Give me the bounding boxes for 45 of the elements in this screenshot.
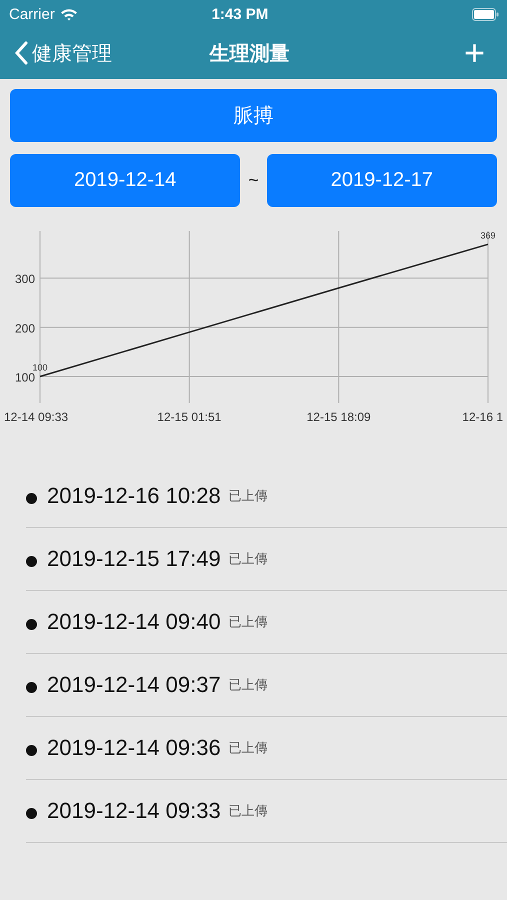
upload-status: 已上傳	[228, 676, 268, 694]
record-time: 2019-12-14 09:33	[47, 798, 221, 824]
record-row[interactable]: 2019-12-16 10:28 已上傳	[26, 465, 507, 528]
bullet-icon	[26, 493, 37, 504]
battery-icon	[472, 8, 499, 20]
carrier-label: Carrier	[9, 6, 55, 22]
wifi-icon	[60, 8, 78, 20]
bullet-icon	[26, 619, 37, 630]
data-value-label: 100	[32, 362, 48, 372]
record-time: 2019-12-15 17:49	[47, 546, 221, 572]
end-date-button[interactable]: 2019-12-17	[266, 154, 498, 207]
bullet-icon	[26, 556, 37, 567]
x-axis-label: 12-14 09:33	[4, 410, 68, 424]
bullet-icon	[26, 808, 37, 819]
chevron-left-icon	[14, 41, 28, 65]
range-separator: ~	[248, 170, 259, 191]
y-axis-label: 300	[14, 272, 35, 286]
screen-title: 生理測量	[210, 42, 290, 66]
clock-time: 1:43 PM	[210, 6, 270, 22]
record-row[interactable]: 2019-12-15 17:49 已上傳	[26, 528, 507, 591]
measurement-type-button[interactable]: 脈搏	[10, 89, 497, 142]
record-row[interactable]: 2019-12-14 09:37 已上傳	[26, 654, 507, 717]
add-button[interactable]: +	[464, 35, 485, 71]
record-row[interactable]: 2019-12-14 09:40 已上傳	[26, 591, 507, 654]
upload-status: 已上傳	[228, 550, 268, 568]
record-row[interactable]: 2019-12-14 09:36 已上傳	[26, 717, 507, 780]
x-axis-label: 12-16 1	[462, 410, 503, 424]
upload-status: 已上傳	[228, 487, 268, 505]
x-axis-label: 12-15 01:51	[157, 410, 222, 424]
record-row[interactable]: 2019-12-14 09:33 已上傳	[26, 780, 507, 843]
record-time: 2019-12-16 10:28	[47, 483, 221, 509]
upload-status: 已上傳	[228, 613, 268, 631]
back-button[interactable]: 健康管理	[14, 40, 112, 66]
y-axis-label: 100	[14, 370, 35, 384]
y-axis-label: 200	[14, 321, 35, 336]
x-axis-label: 12-15 18:09	[306, 410, 371, 424]
data-value-label: 369	[480, 230, 496, 240]
upload-status: 已上傳	[228, 802, 268, 820]
upload-status: 已上傳	[228, 739, 268, 757]
record-time: 2019-12-14 09:40	[47, 609, 221, 635]
start-date-button[interactable]: 2019-12-14	[10, 154, 240, 207]
record-time: 2019-12-14 09:36	[47, 735, 221, 761]
record-time: 2019-12-14 09:37	[47, 672, 221, 698]
bullet-icon	[26, 745, 37, 756]
bullet-icon	[26, 682, 37, 693]
